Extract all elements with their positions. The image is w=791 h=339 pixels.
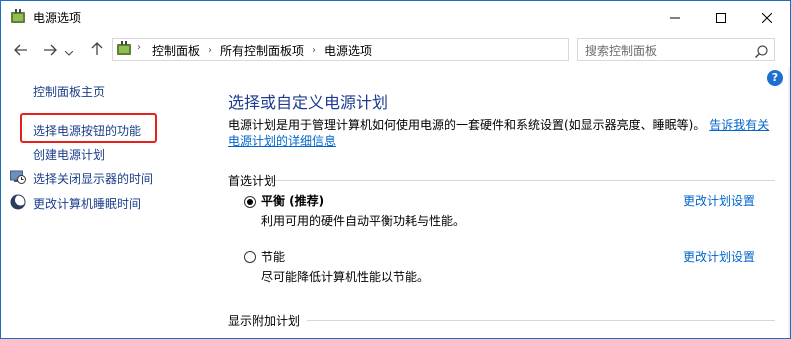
- up-button[interactable]: [87, 40, 107, 60]
- breadcrumb-chevron-icon[interactable]: ›: [208, 45, 212, 56]
- arrow-up-icon: [91, 41, 103, 60]
- breadcrumb-chevron-icon[interactable]: ›: [312, 45, 316, 56]
- sidebar-item-create-plan[interactable]: 创建电源计划: [33, 146, 105, 163]
- maximize-button[interactable]: [698, 1, 744, 33]
- window-title: 电源选项: [33, 11, 82, 25]
- title-bar: 电源选项: [1, 1, 790, 33]
- highlight-box: [20, 113, 157, 143]
- plan-power-saver-radio[interactable]: [244, 251, 256, 263]
- plan-balanced-radio[interactable]: [244, 196, 256, 208]
- breadcrumb-all-items[interactable]: 所有控制面板项: [220, 42, 304, 59]
- sidebar-item-control-panel-home[interactable]: 控制面板主页: [33, 83, 105, 100]
- forward-button[interactable]: [40, 40, 60, 60]
- power-options-window: 电源选项 › 控制面板 › 所有控制面板项 › 电源选项 搜索控制面板 ? 控制…: [0, 0, 791, 339]
- page-description: 电源计划是用于管理计算机如何使用电源的一套硬件和系统设置(如显示器亮度、睡眠等)…: [228, 117, 776, 149]
- power-options-icon: [10, 9, 28, 25]
- arrow-right-icon: [43, 41, 57, 60]
- plan-power-saver-name[interactable]: 节能: [261, 248, 285, 265]
- page-title: 选择或自定义电源计划: [228, 93, 389, 112]
- navigation-bar: › 控制面板 › 所有控制面板项 › 电源选项 搜索控制面板: [1, 33, 790, 67]
- divider: [307, 320, 775, 321]
- search-icon[interactable]: [755, 43, 768, 62]
- search-input[interactable]: 搜索控制面板: [585, 42, 657, 59]
- scrollbar[interactable]: [788, 67, 790, 338]
- chevron-down-icon: [64, 41, 74, 60]
- plan-balanced-change-settings-link[interactable]: 更改计划设置: [683, 192, 755, 209]
- search-box[interactable]: 搜索控制面板: [577, 38, 775, 61]
- description-text: 电源计划是用于管理计算机如何使用电源的一套硬件和系统设置(如显示器亮度、睡眠等)…: [228, 118, 706, 132]
- plan-balanced-description: 利用可用的硬件自动平衡功耗与性能。: [261, 214, 466, 228]
- address-bar[interactable]: › 控制面板 › 所有控制面板项 › 电源选项: [112, 38, 675, 61]
- sidebar: 控制面板主页 选择电源按钮的功能 创建电源计划 选择关闭显示器的时间 更改计算机…: [1, 67, 211, 338]
- sidebar-item-display-off-time[interactable]: 选择关闭显示器的时间: [33, 170, 153, 187]
- recent-locations-button[interactable]: [63, 40, 75, 60]
- plan-power-saver-change-settings-link[interactable]: 更改计划设置: [683, 248, 755, 265]
- breadcrumb: 控制面板 › 所有控制面板项 › 电源选项: [152, 42, 372, 59]
- close-button[interactable]: [744, 1, 790, 33]
- breadcrumb-control-panel[interactable]: 控制面板: [152, 42, 200, 59]
- breadcrumb-chevron-icon: ›: [137, 42, 141, 53]
- back-button[interactable]: [11, 40, 31, 60]
- arrow-left-icon: [14, 41, 28, 60]
- maximize-icon: [716, 8, 726, 27]
- main-content: 选择或自定义电源计划 电源计划是用于管理计算机如何使用电源的一套硬件和系统设置(…: [211, 67, 790, 338]
- monitor-clock-icon: [10, 169, 26, 185]
- plan-balanced-name[interactable]: 平衡 (推荐): [261, 192, 324, 209]
- close-icon: [761, 8, 773, 27]
- minimize-icon: [670, 8, 680, 27]
- sidebar-item-sleep-time[interactable]: 更改计算机睡眠时间: [33, 195, 141, 212]
- preferred-plans-label: 首选计划: [228, 174, 277, 188]
- show-additional-plans-toggle[interactable]: 显示附加计划: [228, 312, 300, 329]
- moon-icon: [10, 194, 26, 210]
- plan-power-saver-description: 尽可能降低计算机性能以节能。: [261, 270, 430, 284]
- minimize-button[interactable]: [652, 1, 698, 33]
- breadcrumb-power-options[interactable]: 电源选项: [324, 42, 372, 59]
- power-options-icon: [116, 41, 134, 57]
- divider: [275, 180, 775, 181]
